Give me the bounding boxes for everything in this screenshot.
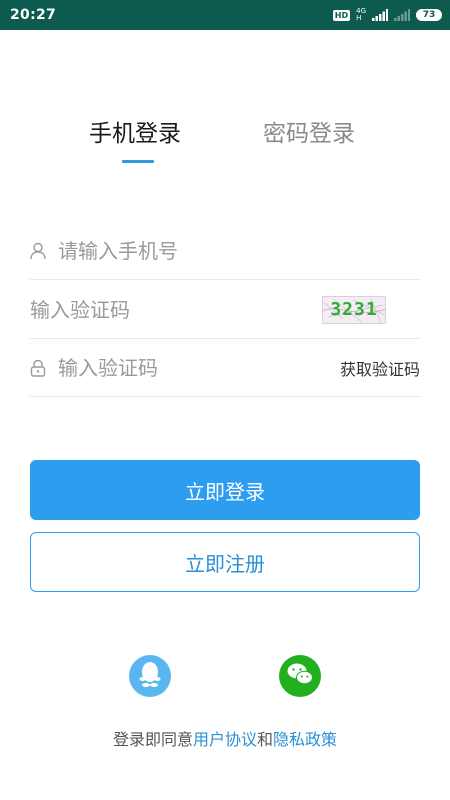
captcha-image[interactable]: 3231: [322, 295, 386, 324]
wechat-login-button[interactable]: [279, 655, 321, 697]
hd-badge: HD: [332, 9, 351, 21]
phone-row: [30, 222, 420, 280]
captcha-row: 3231: [30, 281, 420, 339]
status-bar: 20:27 HD 4G H 73: [0, 0, 450, 30]
lock-icon: [30, 359, 58, 377]
captcha-code: 3231: [330, 299, 378, 320]
sms-code-input[interactable]: [58, 347, 340, 388]
register-button[interactable]: 立即注册: [30, 532, 420, 592]
status-indicators: HD 4G H 73: [332, 6, 442, 25]
wechat-icon: [286, 662, 314, 690]
signal-icon: [372, 6, 388, 25]
tab-password-login[interactable]: 密码登录: [263, 118, 355, 150]
captcha-input[interactable]: [30, 289, 322, 330]
network-type-bottom: H: [356, 14, 362, 22]
login-screen: 20:27 HD 4G H 73 手机登录 密码登录 请输入手机号 输入验证码 …: [0, 0, 450, 800]
login-button[interactable]: 立即登录: [30, 460, 420, 520]
sms-code-row: 获取验证码: [30, 339, 420, 397]
qq-icon: [137, 660, 163, 692]
battery-indicator: 73: [416, 9, 442, 21]
phone-input[interactable]: [58, 230, 420, 271]
status-time: 20:27: [10, 7, 57, 23]
get-code-button[interactable]: 获取验证码: [340, 356, 420, 380]
active-tab-indicator: [122, 160, 154, 163]
agreement-text: 登录即同意用户协议和隐私政策: [0, 726, 450, 750]
privacy-policy-link[interactable]: 隐私政策: [273, 730, 337, 749]
qq-login-button[interactable]: [129, 655, 171, 697]
user-agreement-link[interactable]: 用户协议: [193, 730, 257, 749]
user-icon: [30, 242, 58, 260]
agreement-prefix: 登录即同意: [112, 730, 193, 749]
tab-phone-login[interactable]: 手机登录: [89, 118, 181, 150]
network-type: 4G H: [356, 8, 366, 22]
agreement-and: 和: [257, 730, 274, 749]
signal-empty-icon: [394, 6, 410, 25]
